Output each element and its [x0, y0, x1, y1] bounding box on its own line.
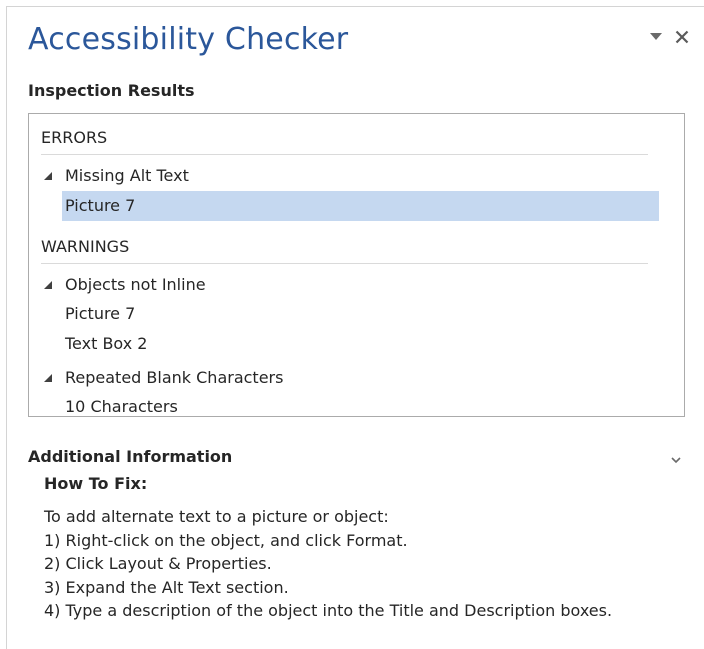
list-item[interactable]: Text Box 2 — [62, 329, 147, 359]
close-pane-button[interactable] — [674, 27, 690, 47]
instruction-line: 4) Type a description of the object into… — [44, 601, 613, 620]
expanded-triangle-icon[interactable] — [43, 373, 53, 383]
issue-repeated-blank-characters[interactable]: Repeated Blank Characters — [43, 368, 283, 387]
pane-title: Accessibility Checker — [28, 22, 349, 57]
dropdown-triangle-icon — [650, 33, 662, 40]
issue-objects-not-inline[interactable]: Objects not Inline — [43, 275, 206, 294]
pane-controls — [648, 27, 690, 47]
instruction-line: 2) Click Layout & Properties. — [44, 554, 272, 573]
list-item[interactable]: 10 Characters — [62, 392, 178, 416]
how-to-fix-instructions: To add alternate text to a picture or ob… — [44, 505, 612, 623]
additional-information-header[interactable]: Additional Information — [28, 445, 688, 469]
issue-missing-alt-text[interactable]: Missing Alt Text — [43, 166, 189, 185]
additional-information-label: Additional Information — [28, 447, 233, 466]
accessibility-checker-pane: Accessibility Checker Inspection Results… — [6, 6, 704, 649]
issue-label: Repeated Blank Characters — [65, 368, 284, 387]
chevron-down-icon[interactable] — [670, 451, 682, 464]
instruction-line: 1) Right-click on the object, and click … — [44, 530, 408, 550]
inspection-results-list[interactable]: ERRORS Missing Alt Text Picture 7 WARNIN… — [28, 113, 685, 417]
list-item-selected[interactable]: Picture 7 — [62, 191, 659, 221]
expanded-triangle-icon[interactable] — [43, 280, 53, 290]
how-to-fix-label: How To Fix: — [44, 474, 148, 493]
inspection-results-label: Inspection Results — [28, 81, 195, 100]
errors-header: ERRORS — [41, 128, 648, 155]
pane-options-button[interactable] — [648, 27, 664, 47]
instruction-line: 3) Expand the Alt Text section. — [44, 577, 289, 597]
warnings-header: WARNINGS — [41, 237, 648, 264]
instruction-line: To add alternate text to a picture or ob… — [44, 507, 389, 526]
list-item[interactable]: Picture 7 — [62, 299, 135, 329]
issue-label: Objects not Inline — [65, 275, 206, 294]
expanded-triangle-icon[interactable] — [43, 171, 53, 181]
issue-label: Missing Alt Text — [65, 166, 189, 185]
close-icon — [675, 30, 689, 44]
